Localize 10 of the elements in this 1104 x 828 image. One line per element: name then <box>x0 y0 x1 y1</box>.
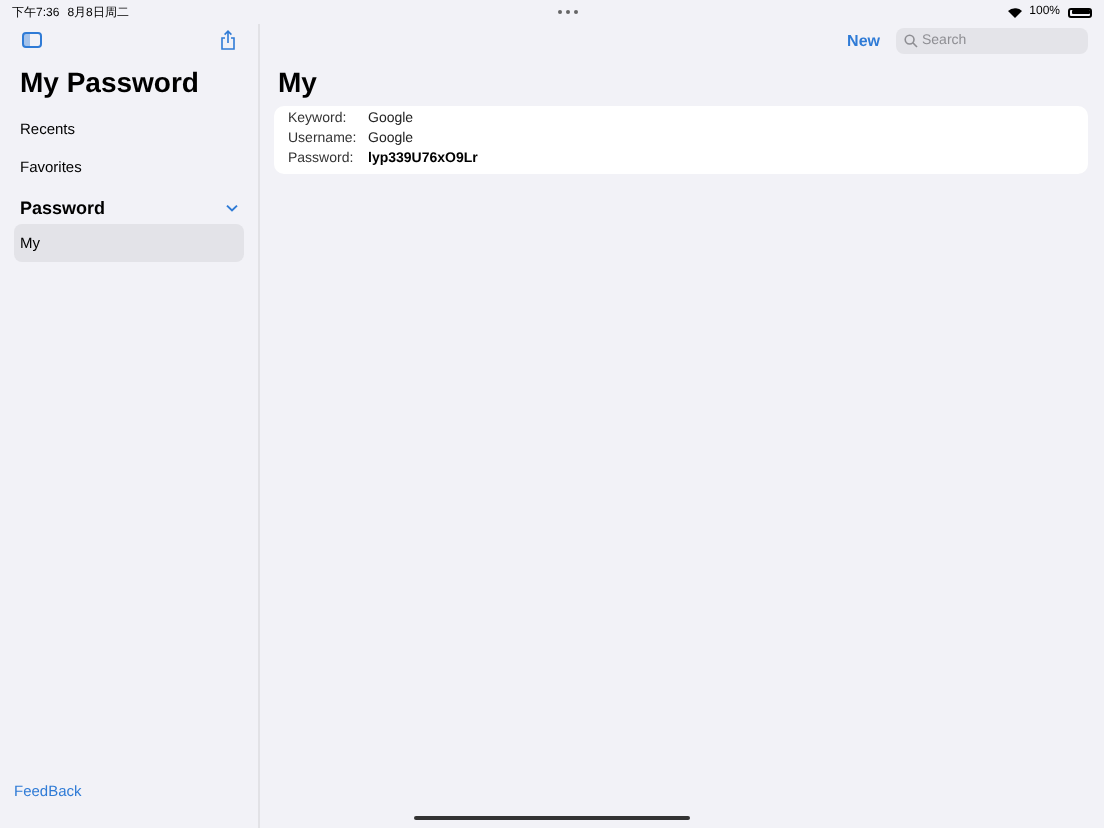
search-icon <box>904 33 918 47</box>
share-icon[interactable] <box>220 30 236 50</box>
new-button[interactable]: New <box>847 31 880 49</box>
section-header[interactable]: Password <box>14 198 244 218</box>
sidebar-title: My Password <box>20 66 201 98</box>
section-title: Password <box>20 198 106 218</box>
detail-title: My <box>278 66 319 98</box>
sidebar-toggle-icon[interactable] <box>22 32 42 48</box>
battery-icon <box>1068 7 1093 17</box>
wifi-icon <box>1007 7 1022 17</box>
